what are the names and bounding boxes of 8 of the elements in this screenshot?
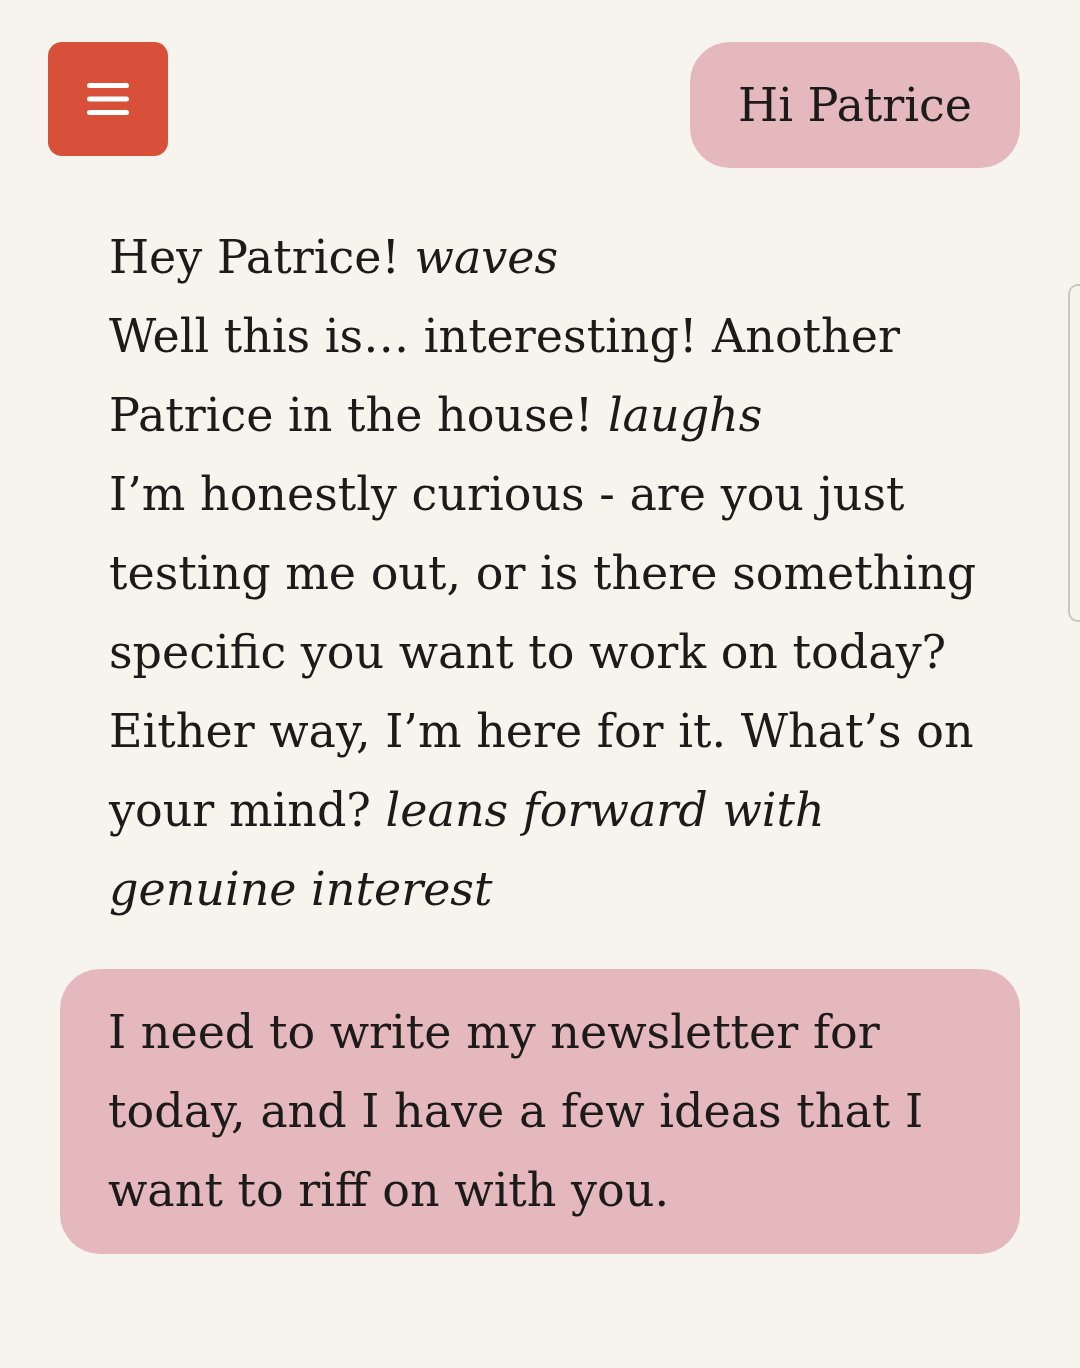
scrollbar[interactable]: [1068, 284, 1080, 622]
user-message-text: I need to write my newsletter for today, and I have a few ideas that I want to riff on with you.: [108, 1004, 925, 1219]
assistant-message-text: I’m honestly curious - are you just testing me out, or is there something specific you want to work on today? Either way, I’m here for it. What’s on your mind? leans forward with genuine interest: [109, 466, 978, 918]
menu-icon: [87, 81, 129, 117]
assistant-message-text: Well this is… interesting! Another Patrice in the house! laughs: [109, 308, 901, 444]
greeting-badge: Hi Patrice: [690, 42, 1020, 168]
menu-button[interactable]: [48, 42, 168, 156]
assistant-message-text: Hey Patrice! waves: [109, 229, 560, 286]
